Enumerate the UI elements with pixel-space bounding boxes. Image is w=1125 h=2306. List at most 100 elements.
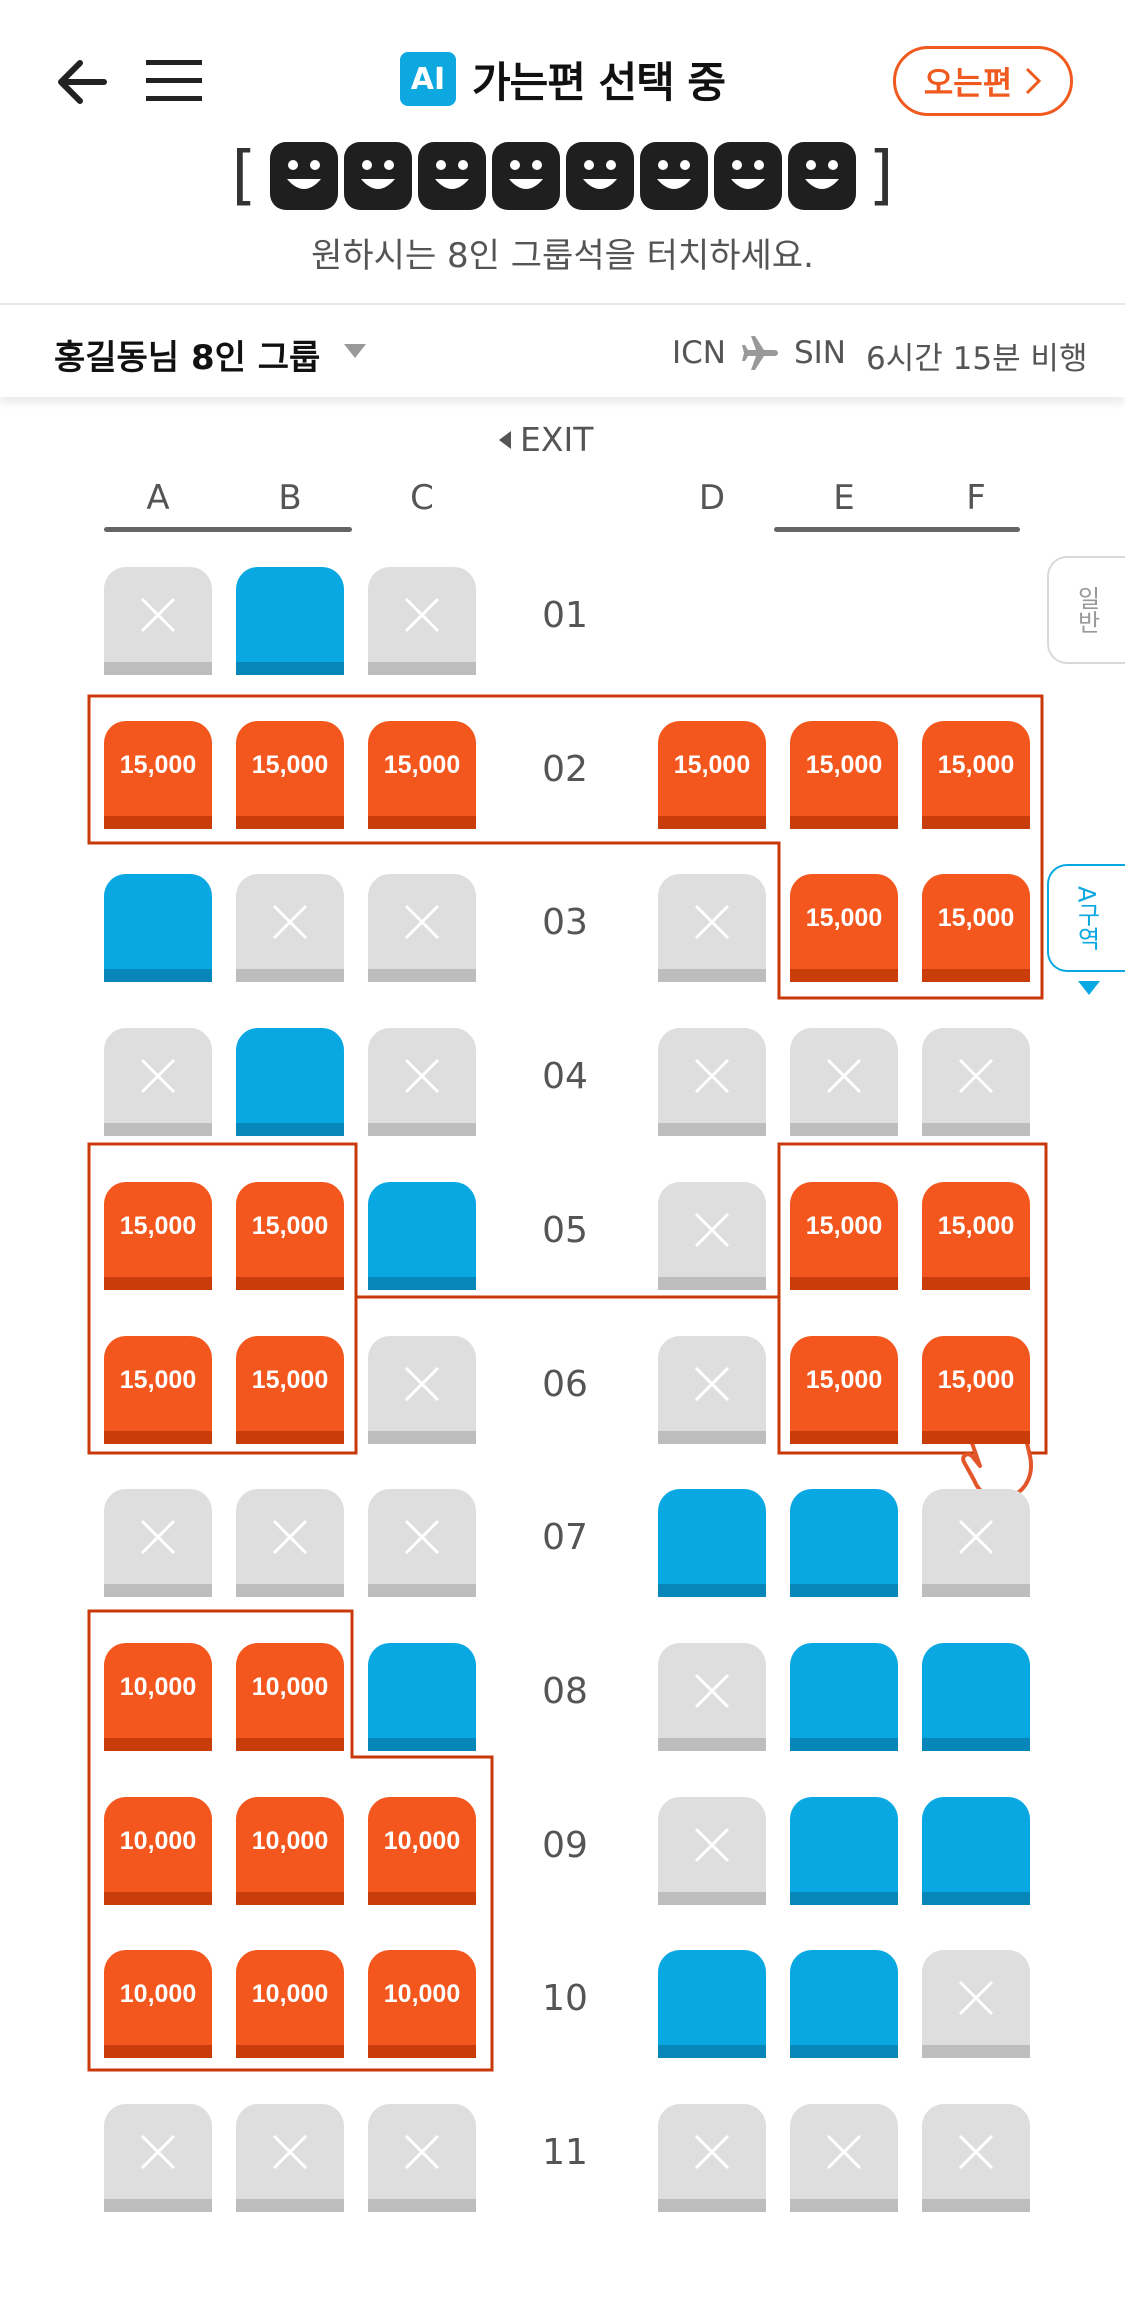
- seat-05C[interactable]: [368, 1182, 476, 1290]
- seat-price-label: 15,000: [119, 751, 197, 779]
- row-number-02: 02: [542, 749, 588, 790]
- seat-price-label: 15,000: [937, 904, 1015, 932]
- exit-indicator: EXIT: [498, 420, 593, 459]
- seat-05B[interactable]: 15,000: [236, 1182, 344, 1290]
- seat-09F[interactable]: [922, 1797, 1030, 1905]
- seat-07C: [368, 1489, 476, 1597]
- passenger-face-icon: [417, 142, 486, 210]
- seat-05D: [658, 1182, 766, 1290]
- seat-02E[interactable]: 15,000: [790, 721, 898, 829]
- seat-08C[interactable]: [368, 1643, 476, 1751]
- seat-08A[interactable]: 10,000: [104, 1643, 212, 1751]
- seat-price-label: 15,000: [383, 751, 461, 779]
- zone-tab-general[interactable]: 일반: [1047, 556, 1125, 664]
- seat-02A[interactable]: 15,000: [104, 721, 212, 829]
- seat-06D: [658, 1336, 766, 1444]
- seat-08F[interactable]: [922, 1643, 1030, 1751]
- group-passenger-icons: [ ]: [0, 138, 1125, 214]
- seat-10D[interactable]: [658, 1950, 766, 2058]
- passenger-face-icon: [269, 142, 338, 210]
- seat-10B[interactable]: 10,000: [236, 1950, 344, 2058]
- seat-08B[interactable]: 10,000: [236, 1643, 344, 1751]
- seat-price-label: 10,000: [119, 1673, 197, 1701]
- seat-09B[interactable]: 10,000: [236, 1797, 344, 1905]
- seat-04B[interactable]: [236, 1028, 344, 1136]
- seat-01A: [104, 567, 212, 675]
- seat-08D: [658, 1643, 766, 1751]
- seat-04D: [658, 1028, 766, 1136]
- return-flight-button[interactable]: 오는편: [893, 46, 1073, 116]
- seat-07F: [922, 1489, 1030, 1597]
- unavailable-x-icon: [694, 1827, 730, 1863]
- zone-tab-a[interactable]: A구역: [1047, 864, 1125, 972]
- seat-09E[interactable]: [790, 1797, 898, 1905]
- passenger-face-icon: [343, 142, 412, 210]
- seat-07E[interactable]: [790, 1489, 898, 1597]
- seat-06E[interactable]: 15,000: [790, 1336, 898, 1444]
- caret-down-icon[interactable]: [342, 342, 368, 360]
- unavailable-x-icon: [272, 904, 308, 940]
- seat-price-label: 15,000: [251, 1366, 329, 1394]
- row-number-07: 07: [542, 1517, 588, 1558]
- unavailable-x-icon: [404, 904, 440, 940]
- column-label-a: A: [146, 478, 170, 518]
- group-outline-2: [87, 1142, 1048, 1455]
- seat-price-label: 15,000: [805, 1366, 883, 1394]
- seat-02B[interactable]: 15,000: [236, 721, 344, 829]
- unavailable-x-icon: [140, 1058, 176, 1094]
- column-group-line-right: [774, 527, 1020, 532]
- row-number-03: 03: [542, 902, 588, 943]
- unavailable-x-icon: [958, 2134, 994, 2170]
- row-number-09: 09: [542, 1825, 588, 1866]
- seat-06A[interactable]: 15,000: [104, 1336, 212, 1444]
- row-number-10: 10: [542, 1978, 588, 2019]
- seat-07D[interactable]: [658, 1489, 766, 1597]
- seat-04F: [922, 1028, 1030, 1136]
- seat-10F: [922, 1950, 1030, 2058]
- seat-price-label: 15,000: [119, 1366, 197, 1394]
- seat-02C[interactable]: 15,000: [368, 721, 476, 829]
- row-number-06: 06: [542, 1364, 588, 1405]
- seat-02F[interactable]: 15,000: [922, 721, 1030, 829]
- flight-duration: 6시간 15분 비행: [866, 341, 1088, 377]
- seat-05A[interactable]: 15,000: [104, 1182, 212, 1290]
- chevron-right-icon: [1026, 67, 1042, 95]
- seat-price-label: 10,000: [251, 1673, 329, 1701]
- unavailable-x-icon: [404, 597, 440, 633]
- passenger-face-icon: [491, 142, 560, 210]
- seat-05F[interactable]: 15,000: [922, 1182, 1030, 1290]
- seat-06F[interactable]: 15,000: [922, 1336, 1030, 1444]
- seat-10A[interactable]: 10,000: [104, 1950, 212, 2058]
- unavailable-x-icon: [272, 1519, 308, 1555]
- seat-03E[interactable]: 15,000: [790, 874, 898, 982]
- unavailable-x-icon: [694, 1673, 730, 1709]
- row-number-04: 04: [542, 1056, 588, 1097]
- seat-06B[interactable]: 15,000: [236, 1336, 344, 1444]
- seat-04C: [368, 1028, 476, 1136]
- zone-tab-general-label: 일반: [1072, 586, 1101, 634]
- route-info: ICN SIN: [672, 333, 846, 373]
- seat-02D[interactable]: 15,000: [658, 721, 766, 829]
- ai-badge: AI: [399, 52, 456, 106]
- column-group-line-left: [104, 527, 352, 532]
- seat-09A[interactable]: 10,000: [104, 1797, 212, 1905]
- seat-09D: [658, 1797, 766, 1905]
- unavailable-x-icon: [694, 1212, 730, 1248]
- seat-11F: [922, 2104, 1030, 2212]
- column-label-f: F: [966, 478, 986, 518]
- row-number-08: 08: [542, 1671, 588, 1712]
- column-label-c: C: [410, 478, 434, 518]
- seat-03F[interactable]: 15,000: [922, 874, 1030, 982]
- seat-05E[interactable]: 15,000: [790, 1182, 898, 1290]
- instruction-text: 원하시는 8인 그룹석을 터치하세요.: [311, 236, 814, 276]
- seat-09C[interactable]: 10,000: [368, 1797, 476, 1905]
- seat-08E[interactable]: [790, 1643, 898, 1751]
- airplane-icon: [741, 336, 778, 370]
- unavailable-x-icon: [826, 1058, 862, 1094]
- seat-10E[interactable]: [790, 1950, 898, 2058]
- seat-03D: [658, 874, 766, 982]
- group-selector[interactable]: 홍길동님 8인 그룹: [54, 330, 320, 379]
- seat-10C[interactable]: 10,000: [368, 1950, 476, 2058]
- seat-01B[interactable]: [236, 567, 344, 675]
- seat-03A[interactable]: [104, 874, 212, 982]
